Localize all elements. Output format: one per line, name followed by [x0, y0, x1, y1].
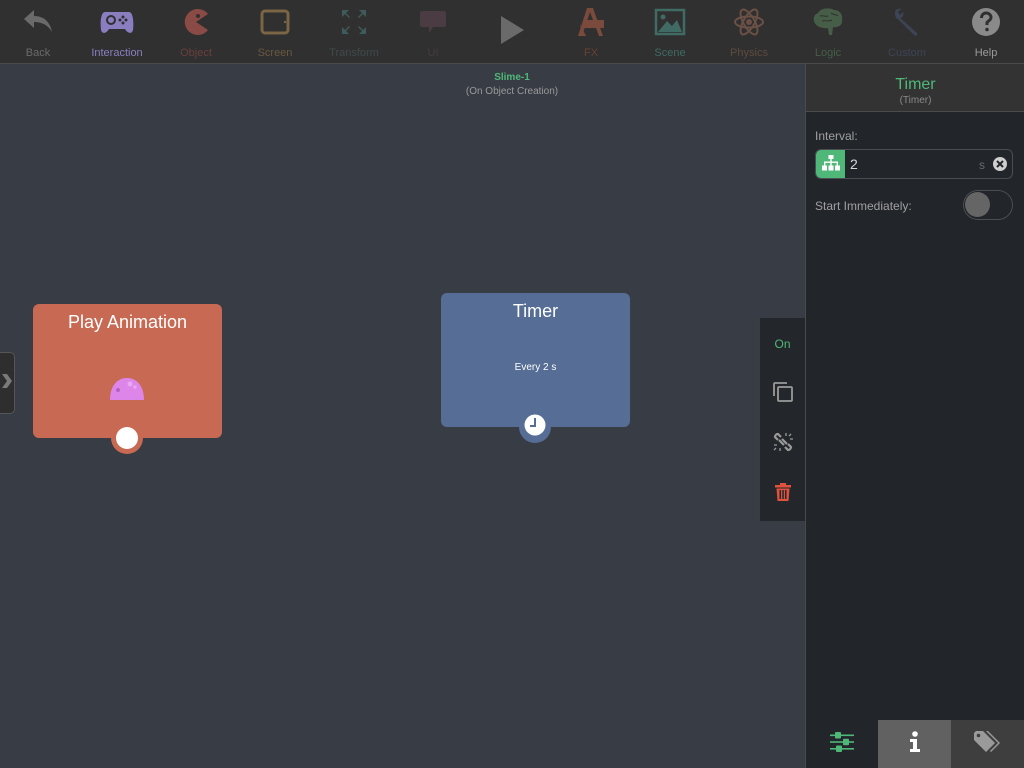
brain-icon: [808, 2, 848, 42]
slime-icon: [109, 376, 145, 407]
clock-icon: [524, 414, 546, 441]
info-icon: [909, 730, 921, 758]
start-immediately-toggle[interactable]: [963, 190, 1013, 220]
interval-label: Interval:: [815, 129, 858, 143]
copy-button[interactable]: [760, 381, 805, 408]
toolbar-transform-button[interactable]: Transform: [318, 0, 390, 63]
tablet-icon: [255, 2, 295, 42]
toolbar-physics-button[interactable]: Physics: [713, 0, 785, 63]
hierarchy-icon: [821, 154, 840, 176]
chevron-right-icon: [2, 373, 12, 394]
node-output-port[interactable]: [519, 411, 551, 443]
canvas-header: Slime-1 (On Object Creation): [412, 72, 612, 97]
play-icon: [499, 15, 525, 50]
node-output-port[interactable]: [111, 422, 143, 454]
node-action-bar: On: [759, 318, 805, 521]
speech-bubble-icon: [413, 2, 453, 42]
tab-info[interactable]: [878, 720, 951, 768]
interval-unit: s: [979, 158, 985, 172]
image-icon: [650, 2, 690, 42]
left-drawer-handle[interactable]: [0, 352, 15, 414]
node-title: Timer: [512, 301, 559, 321]
clear-button[interactable]: [993, 157, 1007, 171]
toolbar-scene-button[interactable]: Scene: [634, 0, 706, 63]
play-button[interactable]: [494, 10, 530, 54]
toolbar-fx-button[interactable]: FX: [555, 0, 627, 63]
delete-button[interactable]: [760, 482, 805, 506]
toggle-on-button[interactable]: On: [760, 336, 805, 352]
event-name: (On Object Creation): [465, 86, 559, 97]
timer-node[interactable]: Timer Every 2 s: [441, 293, 630, 443]
gamepad-icon: [97, 2, 137, 42]
tab-properties[interactable]: [806, 720, 878, 768]
start-immediately-label: Start Immediately:: [815, 199, 912, 213]
panel-tabs: [806, 720, 1024, 768]
expression-button[interactable]: [816, 150, 845, 178]
toolbar-screen-button[interactable]: Screen: [239, 0, 311, 63]
close-icon: [996, 155, 1004, 173]
unlink-icon: [772, 431, 794, 458]
toolbar-interaction-button[interactable]: Interaction: [81, 0, 153, 63]
node-subtitle: Every 2 s: [514, 362, 557, 373]
pacman-icon: [176, 2, 216, 42]
properties-panel: Timer (Timer) Interval: 2 s Start Immedi…: [805, 64, 1024, 768]
tags-icon: [974, 730, 1002, 758]
panel-subtitle: (Timer): [899, 95, 932, 106]
trash-icon: [774, 482, 792, 507]
sliders-icon: [830, 731, 854, 757]
paint-ruler-icon: [571, 2, 611, 42]
node-title: Play Animation: [67, 312, 188, 332]
atom-icon: [729, 2, 769, 42]
panel-title: Timer: [895, 76, 936, 93]
interval-field[interactable]: 2 s: [815, 149, 1013, 179]
wrench-icon: [887, 2, 927, 42]
toolbar-back-button[interactable]: Back: [2, 0, 74, 63]
panel-header: Timer (Timer): [806, 64, 1024, 112]
toolbar-help-button[interactable]: Help: [950, 0, 1022, 63]
toolbar-ui-button[interactable]: UI: [397, 0, 469, 63]
interval-value[interactable]: 2: [850, 156, 858, 172]
back-arrow-icon: [18, 2, 58, 42]
toolbar-object-button[interactable]: Object: [160, 0, 232, 63]
copy-icon: [772, 381, 794, 408]
object-name: Slime-1: [494, 72, 530, 83]
top-toolbar: Back Interaction Object Screen Transform…: [0, 0, 1024, 64]
play-animation-node[interactable]: Play Animation: [33, 304, 222, 454]
help-icon: [966, 2, 1006, 42]
toolbar-custom-button[interactable]: Custom: [871, 0, 943, 63]
toolbar-logic-button[interactable]: Logic: [792, 0, 864, 63]
tab-tags[interactable]: [951, 720, 1024, 768]
expand-arrows-icon: [334, 2, 374, 42]
toggle-knob: [965, 192, 990, 217]
unlink-button[interactable]: [760, 432, 805, 456]
